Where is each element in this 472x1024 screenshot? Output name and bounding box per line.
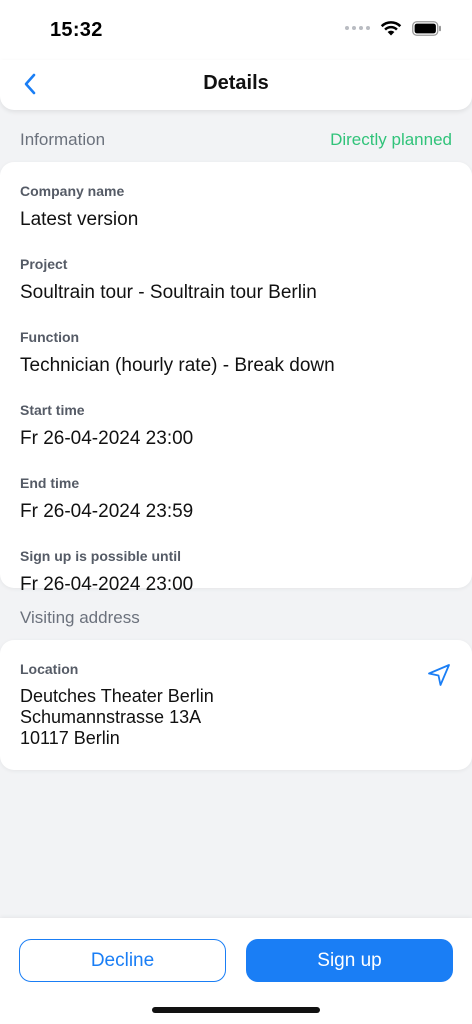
field-value: Fr 26-04-2024 23:59 — [20, 501, 194, 522]
field-value: Technician (hourly rate) - Break down — [20, 355, 335, 376]
navigate-button[interactable] — [426, 662, 452, 688]
information-card: Company name Latest version Project Soul… — [0, 162, 472, 595]
function-field: Function Technician (hourly rate) - Brea… — [20, 328, 452, 377]
field-label: Project — [20, 256, 68, 272]
visiting-address-section-label: Visiting address — [20, 608, 140, 627]
signup-deadline-field: Sign up is possible until Fr 26-04-2024 … — [20, 547, 452, 596]
battery-icon — [412, 20, 441, 36]
field-label: Sign up is possible until — [20, 548, 182, 564]
address-lines: Deutches Theater Berlin Schumannstrasse … — [20, 686, 452, 749]
home-indicator[interactable] — [152, 1007, 320, 1013]
start-time-field: Start time Fr 26-04-2024 23:00 — [20, 401, 452, 450]
address-line-venue: Deutches Theater Berlin — [20, 686, 214, 706]
navigation-bar: Details — [0, 60, 472, 110]
page-title: Details — [203, 72, 269, 94]
status-time: 15:32 — [50, 19, 103, 41]
end-time-field: End time Fr 26-04-2024 23:59 — [20, 474, 452, 523]
information-section-label: Information — [20, 130, 106, 149]
field-value: Soultrain tour - Soultrain tour Berlin — [20, 282, 317, 303]
address-line-street: Schumannstrasse 13A — [20, 707, 202, 727]
project-field: Project Soultrain tour - Soultrain tour … — [20, 255, 452, 304]
decline-button[interactable]: Decline — [19, 939, 226, 982]
location-label: Location — [20, 661, 79, 677]
field-label: End time — [20, 475, 80, 491]
wifi-icon — [380, 21, 402, 36]
field-label: Company name — [20, 183, 125, 199]
sign-up-button[interactable]: Sign up — [246, 939, 453, 982]
field-value: Fr 26-04-2024 23:00 — [20, 574, 194, 595]
field-label: Start time — [20, 402, 85, 418]
status-bar: 15:32 — [0, 0, 472, 60]
visiting-address-header: Visiting address — [20, 608, 452, 628]
company-name-field: Company name Latest version — [20, 182, 452, 231]
cellular-signal-icon — [345, 26, 370, 30]
status-icons — [345, 20, 442, 36]
planning-status-badge: Directly planned — [330, 130, 452, 149]
field-label: Function — [20, 329, 80, 345]
location-card: Location Deutches Theater Berlin Schuman… — [0, 640, 472, 770]
information-header: Information Directly planned — [20, 130, 452, 150]
field-value: Latest version — [20, 209, 139, 230]
field-value: Fr 26-04-2024 23:00 — [20, 428, 194, 449]
location-arrow-icon — [428, 664, 450, 686]
address-line-city: 10117 Berlin — [20, 728, 120, 748]
